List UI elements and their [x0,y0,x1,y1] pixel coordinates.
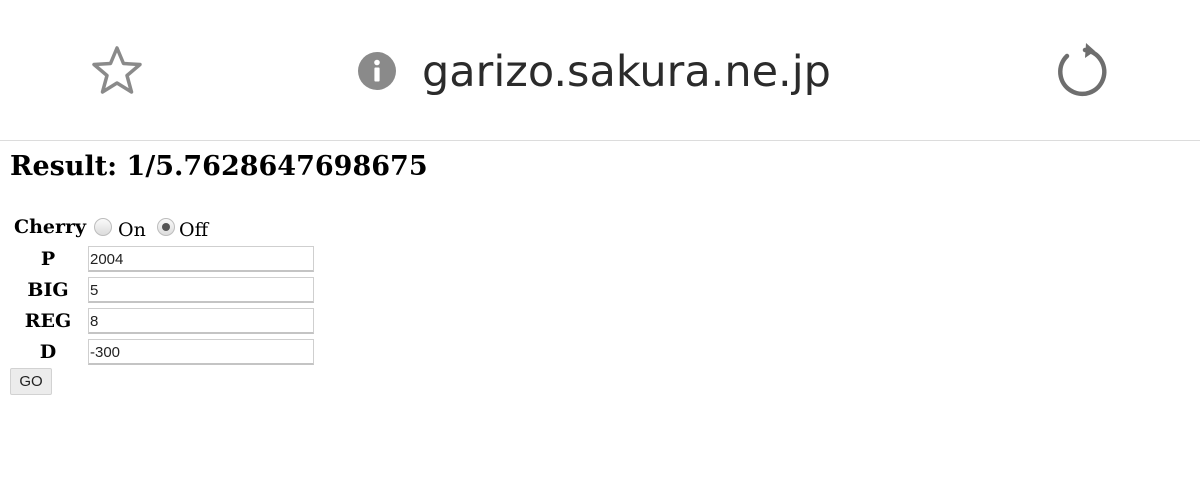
cherry-on-radio[interactable] [94,218,112,236]
d-input[interactable] [88,339,314,365]
browser-address-bar: garizo.sakura.ne.jp [0,0,1200,141]
result-heading: Result: 1/5.7628647698675 [10,151,428,182]
p-label: P [40,248,56,270]
cherry-label: Cherry [14,216,87,238]
go-button[interactable]: GO [10,368,52,395]
cherry-on-label[interactable]: On [118,218,146,242]
reg-label: REG [24,310,72,332]
big-input[interactable] [88,277,314,303]
page-content: Result: 1/5.7628647698675 Cherry On Off … [0,141,1200,486]
star-icon[interactable] [90,44,144,98]
info-icon[interactable] [358,52,396,90]
url-text[interactable]: garizo.sakura.ne.jp [422,44,831,100]
d-label: D [39,341,57,363]
reload-icon[interactable] [1055,42,1111,98]
cherry-off-radio[interactable] [157,218,175,236]
cherry-off-label[interactable]: Off [179,218,208,242]
big-label: BIG [27,279,69,301]
p-input[interactable] [88,246,314,272]
reg-input[interactable] [88,308,314,334]
